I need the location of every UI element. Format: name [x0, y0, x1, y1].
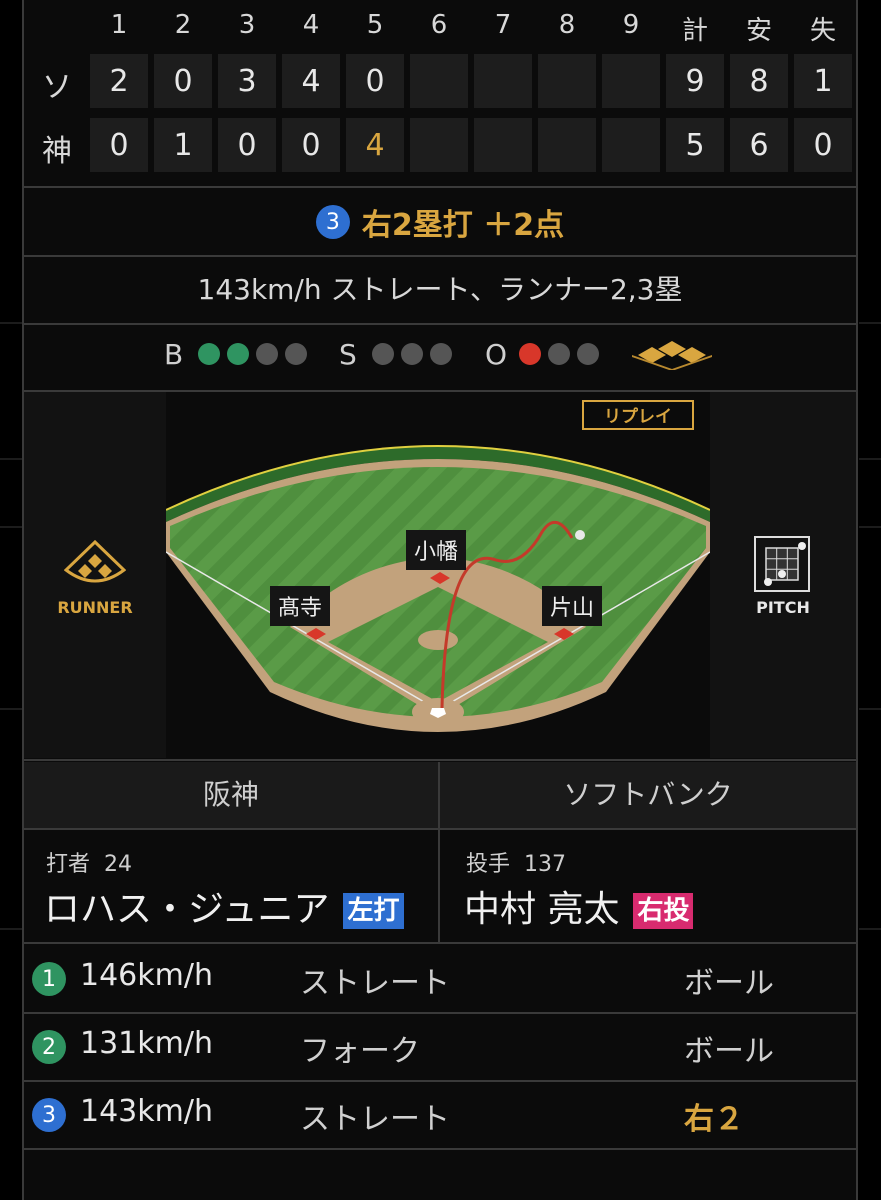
pitch-speed: 146km/h — [80, 958, 213, 993]
inning-header: 失 — [809, 16, 836, 46]
count-dot — [577, 343, 599, 365]
runner-panel[interactable]: RUNNER — [24, 392, 166, 758]
strike-label: S — [339, 338, 357, 371]
total-score: 9 — [666, 54, 724, 108]
pitch-row[interactable]: 2 131km/h フォーク ボール — [24, 1014, 856, 1080]
inning-score: 2 — [90, 54, 148, 108]
inning-score: 0 — [90, 118, 148, 172]
count-dot — [548, 343, 570, 365]
pitch-description: 143km/h ストレート、ランナー2,3塁 — [197, 273, 683, 306]
inning-score — [538, 54, 596, 108]
pitch-label: PITCH — [756, 598, 810, 617]
field-diagram — [165, 445, 711, 732]
divider — [22, 186, 858, 188]
pitch-row[interactable]: 3 143km/h ストレート 右２ — [24, 1082, 856, 1148]
pitching-team-tab[interactable]: ソフトバンク — [440, 762, 856, 828]
total-score: 6 — [730, 118, 788, 172]
play-text: 右2塁打 ＋2点 — [361, 208, 565, 243]
pitch-row[interactable]: 1 146km/h ストレート ボール — [24, 946, 856, 1012]
pitcher-role: 投手 137 — [466, 852, 567, 877]
inning-header: 5 — [366, 10, 384, 40]
out-label: O — [485, 338, 508, 371]
bases-icon — [632, 341, 712, 370]
total-score: 8 — [730, 54, 788, 108]
play-number-badge: 3 — [315, 205, 350, 239]
team-abbr: 神 — [42, 134, 72, 169]
total-score: 0 — [794, 118, 852, 172]
inning-header: 3 — [238, 10, 256, 40]
pitch-panel[interactable]: PITCH — [710, 392, 856, 758]
pitch-result: ボール — [684, 1034, 774, 1069]
batter-name: ロハス・ジュニア 左打 — [44, 880, 404, 932]
inning-score: 4 — [282, 54, 340, 108]
inning-score — [410, 54, 468, 108]
pitch-speed: 143km/h — [80, 1094, 213, 1129]
inning-header: 9 — [622, 10, 640, 40]
inning-score: 1 — [154, 118, 212, 172]
inning-score — [602, 54, 660, 108]
batter-hand-badge: 左打 — [343, 893, 404, 929]
pitch-type: フォーク — [300, 1034, 420, 1069]
divider — [22, 942, 858, 944]
inning-score: 0 — [346, 54, 404, 108]
inning-score: 0 — [218, 118, 276, 172]
inning-score — [474, 118, 532, 172]
pitch-number-badge: 1 — [32, 962, 66, 996]
total-score: 1 — [794, 54, 852, 108]
pitcher-name: 中村 亮太 右投 — [464, 880, 694, 932]
inning-header: 6 — [430, 10, 448, 40]
pitch-grid-icon — [754, 536, 810, 592]
pitch-number-badge: 3 — [32, 1098, 66, 1132]
team-abbr: ソ — [42, 70, 72, 105]
batter-role: 打者 24 — [46, 852, 133, 877]
inning-header: 4 — [302, 10, 320, 40]
pitch-type: ストレート — [300, 966, 450, 1001]
fielder-third: 髙寺 — [270, 586, 331, 626]
inning-header: 1 — [110, 10, 128, 40]
fielder-second: 小幡 — [406, 530, 467, 570]
inning-score — [474, 54, 532, 108]
batter-card[interactable]: 打者 24 ロハス・ジュニア 左打 — [24, 830, 438, 942]
pitch-result: 右２ — [684, 1102, 744, 1137]
count-dot — [256, 343, 278, 365]
pitch-number-badge: 2 — [32, 1030, 66, 1064]
count-dot — [519, 343, 541, 365]
divider — [22, 1148, 858, 1150]
count-dot — [430, 343, 452, 365]
pitcher-hand-badge: 右投 — [633, 893, 694, 929]
count-dot — [227, 343, 249, 365]
inning-score: 0 — [282, 118, 340, 172]
inning-header: 8 — [558, 10, 576, 40]
count-dot — [285, 343, 307, 365]
batting-team-tab[interactable]: 阪神 — [24, 762, 438, 828]
runner-icon — [64, 540, 126, 583]
inning-header: 2 — [174, 10, 192, 40]
count-dot — [401, 343, 423, 365]
fielder-first: 片山 — [542, 586, 603, 626]
runner-label: RUNNER — [57, 598, 133, 617]
inning-score: 0 — [154, 54, 212, 108]
play-result[interactable]: 3 右2塁打 ＋2点 — [24, 190, 856, 254]
inning-score — [602, 118, 660, 172]
replay-button[interactable]: リプレイ — [582, 400, 694, 430]
pitch-result: ボール — [684, 966, 774, 1001]
pitcher-card[interactable]: 投手 137 中村 亮太 右投 — [440, 830, 856, 942]
pitch-type: ストレート — [300, 1102, 450, 1137]
ball-label: B — [164, 338, 184, 371]
inning-header: 安 — [745, 16, 772, 46]
pitch-speed: 131km/h — [80, 1026, 213, 1061]
field-view: 小幡 髙寺 片山 リプレイ — [165, 392, 711, 758]
inning-header: 7 — [494, 10, 512, 40]
inning-score — [410, 118, 468, 172]
divider — [22, 323, 858, 325]
divider — [22, 759, 858, 761]
inning-header: 計 — [681, 16, 708, 46]
divider — [22, 255, 858, 257]
total-score: 5 — [666, 118, 724, 172]
inning-score: 3 — [218, 54, 276, 108]
count-dot — [198, 343, 220, 365]
inning-score — [538, 118, 596, 172]
inning-score: 4 — [346, 118, 404, 172]
count-dot — [372, 343, 394, 365]
